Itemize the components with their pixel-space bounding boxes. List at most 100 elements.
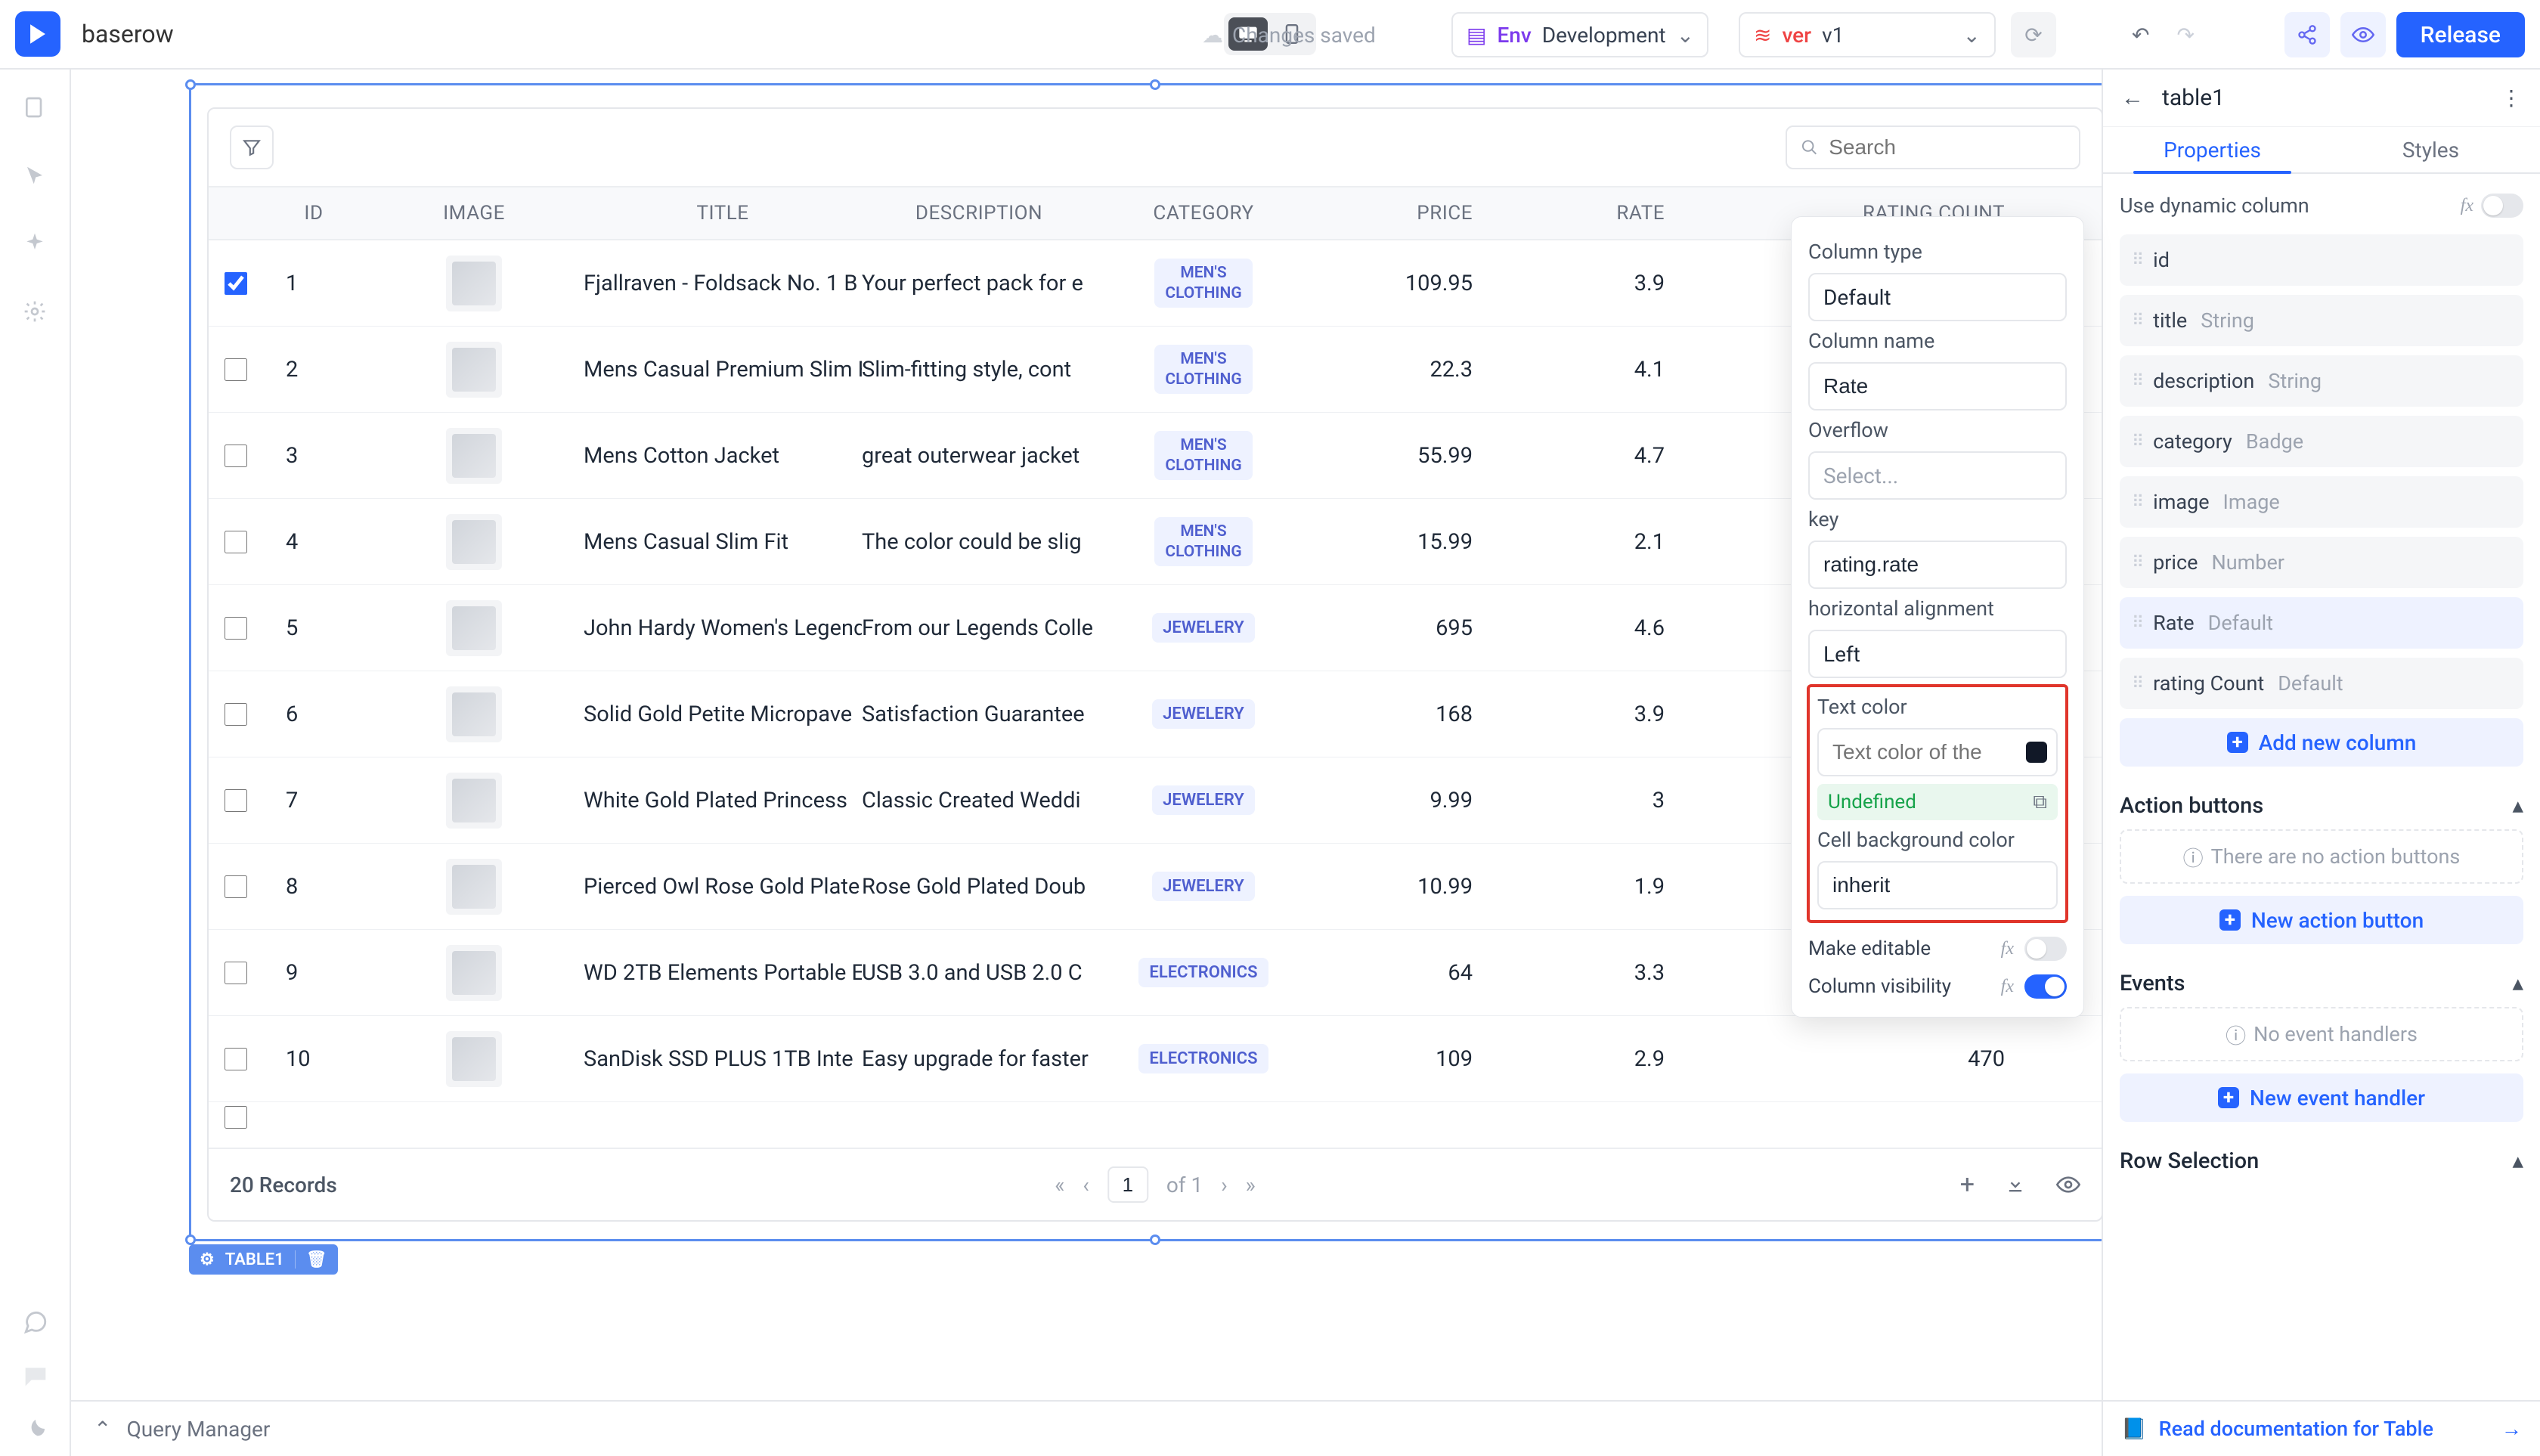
drag-handle-icon[interactable]: ⠿ [2132,493,2139,512]
col-header-cat[interactable]: CATEGORY [1096,202,1311,225]
column-list-item[interactable]: ⠿ category Badge [2120,416,2523,467]
trash-icon[interactable]: 🗑 [306,1250,327,1269]
drag-handle-icon[interactable]: ⠿ [2132,432,2139,451]
add-new-column-button[interactable]: + Add new column [2120,718,2523,767]
overflow-select[interactable]: Select... [1808,451,2067,500]
row-checkbox[interactable] [225,617,247,640]
tab-styles[interactable]: Styles [2322,127,2540,172]
row-checkbox[interactable] [225,1048,247,1070]
collapse-icon[interactable]: ▴ [2512,1148,2523,1174]
fx-toggle-icon[interactable] [2026,742,2047,763]
make-editable-toggle[interactable] [2024,937,2067,961]
table-search[interactable] [1786,125,2080,169]
release-button[interactable]: Release [2396,12,2525,57]
drag-handle-icon[interactable]: ⠿ [2132,372,2139,391]
rail-settings-icon[interactable] [20,296,50,327]
fx-icon[interactable]: fx [2461,196,2473,216]
tab-properties[interactable]: Properties [2103,127,2322,172]
visibility-button[interactable] [2056,1176,2080,1194]
drag-handle-icon[interactable]: ⠿ [2132,614,2139,633]
key-input[interactable] [1808,541,2067,589]
page-next[interactable]: › [1221,1173,1227,1197]
add-row-button[interactable]: + [1960,1169,1975,1200]
selection-tag[interactable]: ⚙ TABLE1 🗑 [189,1244,338,1275]
column-list-item[interactable]: ⠿ price Number [2120,537,2523,588]
chevron-up-icon[interactable]: ⌃ [94,1417,111,1442]
drag-handle-icon[interactable]: ⠿ [2132,674,2139,693]
halign-select[interactable]: Left [1808,630,2067,678]
col-header-price[interactable]: PRICE [1311,202,1495,225]
version-refresh-button[interactable]: ⟳ [2011,12,2056,57]
drag-handle-icon[interactable]: ⠿ [2132,553,2139,572]
rail-comment-icon[interactable] [23,1365,48,1386]
text-color-input[interactable] [1817,728,2058,776]
new-action-button[interactable]: + New action button [2120,896,2523,944]
page-last[interactable]: » [1246,1173,1256,1197]
row-checkbox[interactable] [225,272,247,295]
collapse-icon[interactable]: ▴ [2512,792,2523,819]
rail-cursor-icon[interactable] [20,160,50,191]
new-event-handler-button[interactable]: + New event handler [2120,1073,2523,1122]
table-row[interactable]: 10 SanDisk SSD PLUS 1TB Inte Easy upgrad… [209,1016,2102,1102]
inspector-menu-button[interactable]: ⋮ [2501,85,2522,110]
copy-icon[interactable]: ⧉ [2033,791,2047,814]
page-prev[interactable]: ‹ [1083,1173,1089,1197]
fx-icon[interactable]: fx [2001,977,2014,997]
download-button[interactable] [2005,1174,2026,1195]
use-dynamic-column-toggle[interactable] [2481,194,2523,218]
col-header-rate[interactable]: RATE [1495,202,1725,225]
column-list-item[interactable]: ⠿ image Image [2120,476,2523,528]
rail-spark-icon[interactable] [20,228,50,259]
column-list-item[interactable]: ⠿ id [2120,234,2523,286]
column-name-input[interactable] [1808,362,2067,410]
environment-selector[interactable]: ▤ Env Development ⌄ [1451,12,1708,57]
cell-price: 55.99 [1311,443,1495,469]
row-checkbox[interactable] [225,875,247,898]
drag-handle-icon[interactable]: ⠿ [2132,251,2139,270]
table-row[interactable] [209,1102,2102,1132]
documentation-link[interactable]: 📘 Read documentation for Table → [2103,1400,2540,1456]
col-header-id[interactable]: ID [263,202,364,225]
filter-button[interactable] [230,125,274,169]
drag-handle-icon[interactable]: ⠿ [2132,311,2139,330]
cell-title: Mens Cotton Jacket [584,443,862,469]
row-checkbox[interactable] [225,445,247,467]
app-logo[interactable] [15,11,60,57]
column-settings-popover[interactable]: Column type Default Column name Overflow… [1791,216,2084,1018]
collapse-icon[interactable]: ▴ [2512,970,2523,996]
row-checkbox[interactable] [225,789,247,812]
version-selector[interactable]: ≋ ver v1 ⌄ [1739,12,1996,57]
cell-price: 22.3 [1311,357,1495,383]
row-checkbox[interactable] [225,531,247,553]
fx-icon[interactable]: fx [2001,939,2014,959]
rail-pages-icon[interactable] [20,92,50,122]
column-list-item[interactable]: ⠿ rating Count Default [2120,658,2523,709]
canvas[interactable]: ⚙ TABLE1 🗑 ID IMAGE TITLE DESCRIPTION CA… [71,70,2102,1400]
bottom-bar[interactable]: ⌃ Query Manager [71,1400,2102,1456]
col-header-image[interactable]: IMAGE [364,202,584,225]
query-manager-label[interactable]: Query Manager [126,1417,270,1442]
column-visibility-toggle[interactable] [2024,974,2067,999]
row-checkbox[interactable] [225,1106,247,1129]
column-list-item[interactable]: ⠿ Rate Default [2120,597,2523,649]
undo-button[interactable]: ↶ [2132,23,2149,48]
column-list-item[interactable]: ⠿ title String [2120,295,2523,346]
page-input[interactable] [1107,1166,1148,1203]
page-first[interactable]: « [1055,1173,1064,1197]
row-checkbox[interactable] [225,358,247,381]
col-header-desc[interactable]: DESCRIPTION [862,202,1096,225]
cell-bg-input[interactable] [1817,861,2058,909]
undefined-suggestion[interactable]: Undefined ⧉ [1817,784,2058,820]
rail-chat-icon[interactable] [23,1309,48,1335]
row-checkbox[interactable] [225,962,247,984]
rail-theme-icon[interactable] [23,1417,48,1441]
preview-button[interactable] [2340,12,2386,57]
column-list-item[interactable]: ⠿ description String [2120,355,2523,407]
search-input[interactable] [1829,135,2065,160]
column-type-select[interactable]: Default [1808,273,2067,321]
inspector-back-button[interactable]: ← [2121,85,2144,111]
col-header-title[interactable]: TITLE [584,202,862,225]
share-button[interactable] [2284,12,2330,57]
row-checkbox[interactable] [225,703,247,726]
redo-button[interactable]: ↷ [2176,23,2194,48]
